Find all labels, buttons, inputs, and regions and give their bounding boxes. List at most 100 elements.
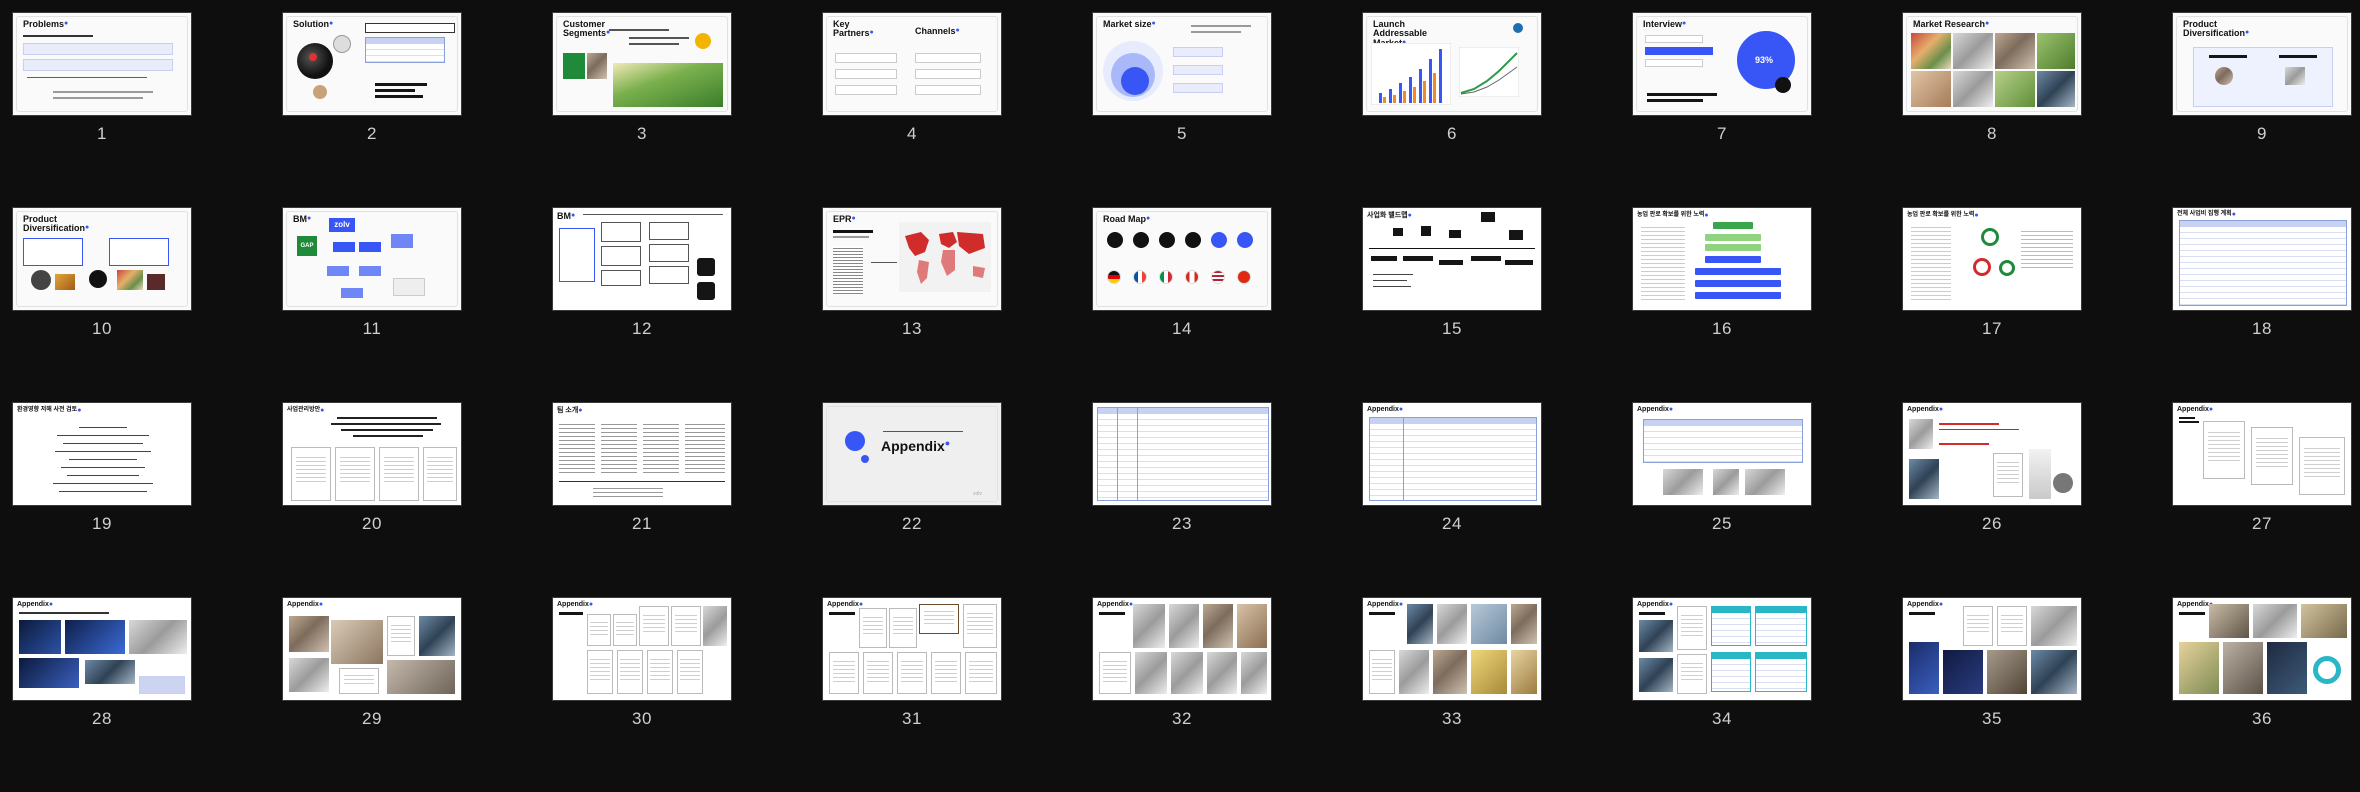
slide-thumbnail-2[interactable]: Solution● (282, 12, 462, 116)
slide-number: 32 (1172, 709, 1192, 728)
slide-item-18[interactable]: 전체 사업비 집행 계획● 18 (2170, 207, 2360, 402)
slide-thumbnail-24[interactable]: Appendix● (1362, 402, 1542, 506)
slide-title: BM● (557, 211, 576, 221)
slide-item-1[interactable]: Problems● 1 (10, 12, 280, 207)
slide-item-36[interactable]: Appendix● 36 (2170, 597, 2360, 792)
slide-thumbnail-19[interactable]: 환경영향 저해 사전 검토● (12, 402, 192, 506)
slide-item-8[interactable]: Market Research● 8 (1900, 12, 2170, 207)
slide-number: 31 (902, 709, 922, 728)
slide-item-19[interactable]: 환경영향 저해 사전 검토● 19 (10, 402, 280, 597)
slide-item-6[interactable]: Launch Addressable Market● 6 (1360, 12, 1630, 207)
slide-thumbnail-25[interactable]: Appendix● (1632, 402, 1812, 506)
slide-thumbnail-7[interactable]: Interview● 93% (1632, 12, 1812, 116)
slide-item-5[interactable]: Market size● 5 (1090, 12, 1360, 207)
slide-item-23[interactable]: 23 (1090, 402, 1360, 597)
slide-thumbnail-3[interactable]: Customer Segments● (552, 12, 732, 116)
slide-item-3[interactable]: Customer Segments● 3 (550, 12, 820, 207)
slide-thumbnail-30[interactable]: Appendix● (552, 597, 732, 701)
slide-number: 34 (1712, 709, 1732, 728)
slide-item-15[interactable]: 사업화 밸드맵● 15 (1360, 207, 1630, 402)
slide-item-27[interactable]: Appendix● 27 (2170, 402, 2360, 597)
slide-number: 20 (362, 514, 382, 533)
gap-badge: GAP (297, 236, 317, 256)
slide-item-9[interactable]: Product Diversification● 9 (2170, 12, 2360, 207)
slide-thumbnail-32[interactable]: Appendix● (1092, 597, 1272, 701)
slide-item-2[interactable]: Solution● 2 (280, 12, 550, 207)
slide-thumbnail-16[interactable]: 농업 판로 확보를 위한 노력● (1632, 207, 1812, 311)
slide-thumbnail-12[interactable]: BM● (552, 207, 732, 311)
slide-number: 13 (902, 319, 922, 338)
slide-thumbnail-29[interactable]: Appendix● (282, 597, 462, 701)
slide-item-20[interactable]: 사업관리방안● 20 (280, 402, 550, 597)
slide-thumbnail-22[interactable]: Appendix● zolv (822, 402, 1002, 506)
slide-thumbnail-18[interactable]: 전체 사업비 집행 계획● (2172, 207, 2352, 311)
slide-item-14[interactable]: Road Map● 14 (1090, 207, 1360, 402)
slide-title: Appendix● (557, 601, 594, 608)
slide-number: 35 (1982, 709, 2002, 728)
slide-number: 7 (1717, 124, 1727, 143)
slide-item-21[interactable]: 팀 소개● 21 (550, 402, 820, 597)
slide-thumbnail-27[interactable]: Appendix● (2172, 402, 2352, 506)
slide-thumbnail-35[interactable]: Appendix● (1902, 597, 2082, 701)
slide-number: 27 (2252, 514, 2272, 533)
slide-item-4[interactable]: Key Partners● Channels● 4 (820, 12, 1090, 207)
slide-title: Appendix● (1637, 406, 1674, 413)
slide-thumbnail-8[interactable]: Market Research● (1902, 12, 2082, 116)
slide-thumbnail-36[interactable]: Appendix● (2172, 597, 2352, 701)
slide-item-33[interactable]: Appendix● 33 (1360, 597, 1630, 792)
slide-thumbnail-17[interactable]: 농업 판로 확보를 위한 노력● (1902, 207, 2082, 311)
slide-number: 10 (92, 319, 112, 338)
slide-item-32[interactable]: Appendix● 32 (1090, 597, 1360, 792)
slide-thumbnail-1[interactable]: Problems● (12, 12, 192, 116)
slide-thumbnail-20[interactable]: 사업관리방안● (282, 402, 462, 506)
slide-thumbnail-9[interactable]: Product Diversification● (2172, 12, 2352, 116)
slide-title: Appendix● (1097, 601, 1134, 608)
slide-number: 15 (1442, 319, 1462, 338)
slide-thumbnail-11[interactable]: BM● zolv GAP (282, 207, 462, 311)
slide-item-11[interactable]: BM● zolv GAP 11 (280, 207, 550, 402)
slide-number: 2 (367, 124, 377, 143)
slide-item-25[interactable]: Appendix● 25 (1630, 402, 1900, 597)
slide-thumbnail-28[interactable]: Appendix● (12, 597, 192, 701)
slide-item-7[interactable]: Interview● 93% 7 (1630, 12, 1900, 207)
slide-title: Appendix● (827, 601, 864, 608)
slide-thumbnail-6[interactable]: Launch Addressable Market● (1362, 12, 1542, 116)
slide-thumbnail-34[interactable]: Appendix● (1632, 597, 1812, 701)
slide-thumbnail-14[interactable]: Road Map● (1092, 207, 1272, 311)
slide-thumbnail-10[interactable]: Product Diversification● (12, 207, 192, 311)
slide-item-10[interactable]: Product Diversification● 10 (10, 207, 280, 402)
slide-thumbnail-15[interactable]: 사업화 밸드맵● (1362, 207, 1542, 311)
slide-thumbnail-26[interactable]: Appendix● (1902, 402, 2082, 506)
slide-sorter-grid: Problems● 1 Solution● 2 Customer Segment… (0, 0, 2360, 741)
slide-number: 6 (1447, 124, 1457, 143)
slide-thumbnail-21[interactable]: 팀 소개● (552, 402, 732, 506)
slide-item-26[interactable]: Appendix● 26 (1900, 402, 2170, 597)
slide-item-22[interactable]: Appendix● zolv 22 (820, 402, 1090, 597)
slide-item-31[interactable]: Appendix● 31 (820, 597, 1090, 792)
slide-item-34[interactable]: Appendix● 34 (1630, 597, 1900, 792)
slide-number: 3 (637, 124, 647, 143)
slide-thumbnail-5[interactable]: Market size● (1092, 12, 1272, 116)
slide-title: 농업 판로 확보를 위한 노력● (1907, 212, 1979, 219)
slide-thumbnail-13[interactable]: EPR● (822, 207, 1002, 311)
world-map-icon (899, 222, 991, 292)
slide-number: 21 (632, 514, 652, 533)
slide-item-28[interactable]: Appendix● 28 (10, 597, 280, 792)
slide-item-12[interactable]: BM● 12 (550, 207, 820, 402)
slide-number: 17 (1982, 319, 2002, 338)
slide-item-35[interactable]: Appendix● 35 (1900, 597, 2170, 792)
slide-item-13[interactable]: EPR● 13 (820, 207, 1090, 402)
slide-item-16[interactable]: 농업 판로 확보를 위한 노력● 16 (1630, 207, 1900, 402)
slide-title: Appendix● (2177, 601, 2213, 608)
slide-item-24[interactable]: Appendix● 24 (1360, 402, 1630, 597)
slide-item-30[interactable]: Appendix● 30 (550, 597, 820, 792)
slide-number: 11 (362, 319, 382, 338)
slide-thumbnail-23[interactable] (1092, 402, 1272, 506)
slide-item-29[interactable]: Appendix● 29 (280, 597, 550, 792)
slide-thumbnail-31[interactable]: Appendix● (822, 597, 1002, 701)
slide-title: Appendix● (881, 438, 951, 454)
slide-thumbnail-33[interactable]: Appendix● (1362, 597, 1542, 701)
slide-thumbnail-4[interactable]: Key Partners● Channels● (822, 12, 1002, 116)
slide-item-17[interactable]: 농업 판로 확보를 위한 노력● 17 (1900, 207, 2170, 402)
slide-title: EPR● (833, 214, 856, 224)
